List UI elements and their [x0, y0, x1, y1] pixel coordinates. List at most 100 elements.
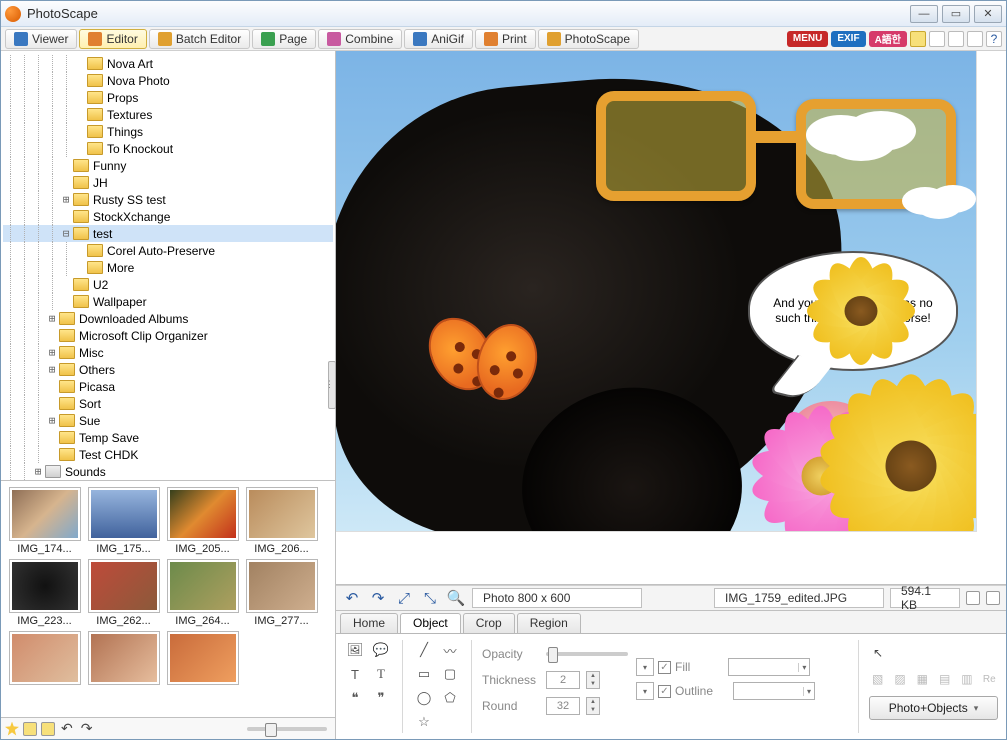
menu-badge[interactable]: MENU: [787, 31, 828, 47]
insert-quotes-icon[interactable]: ❝: [344, 688, 366, 708]
thumbnail[interactable]: [165, 631, 240, 687]
outline-color-picker[interactable]: [733, 682, 815, 700]
tree-item[interactable]: ⊞Sounds: [3, 463, 333, 480]
tab-photoscape[interactable]: PhotoScape: [538, 29, 639, 49]
cloud-object[interactable]: [916, 191, 962, 219]
insert-richtext-icon[interactable]: T: [370, 664, 392, 684]
fill-checkbox[interactable]: ✓: [658, 661, 671, 674]
prev-image-icon[interactable]: ↶: [59, 720, 75, 737]
tree-item[interactable]: U2: [3, 276, 333, 293]
outline-checkbox[interactable]: ✓: [658, 685, 671, 698]
tree-item[interactable]: Temp Save: [3, 429, 333, 446]
thumbnail[interactable]: IMG_174...: [7, 487, 82, 555]
roundrect-tool-icon[interactable]: ▢: [439, 664, 461, 684]
tab-viewer[interactable]: Viewer: [5, 29, 77, 49]
thumbnail[interactable]: [86, 631, 161, 687]
send-backward-icon[interactable]: ▨: [891, 670, 908, 688]
slideshow-icon[interactable]: [23, 722, 37, 736]
photo-canvas[interactable]: And you thought there was no such thing …: [336, 51, 976, 531]
tree-item[interactable]: Wallpaper: [3, 293, 333, 310]
tab-object[interactable]: Object: [400, 613, 461, 633]
tree-item[interactable]: ⊟test: [3, 225, 333, 242]
favorite-icon[interactable]: [5, 722, 19, 736]
round-spinner[interactable]: ▲▼: [586, 697, 600, 715]
thumbnail-grid[interactable]: IMG_174...IMG_175...IMG_205...IMG_206...…: [1, 481, 335, 717]
tree-item[interactable]: StockXchange: [3, 208, 333, 225]
cloud-object[interactable]: [826, 121, 896, 161]
thumbnail[interactable]: [7, 631, 82, 687]
folder-tree[interactable]: Nova ArtNova PhotoPropsTexturesThingsTo …: [1, 51, 335, 481]
tree-item[interactable]: JH: [3, 174, 333, 191]
actual-size-icon[interactable]: ⤡: [420, 588, 440, 608]
fit-icon[interactable]: ⤢: [394, 588, 414, 608]
settings-icon[interactable]: [967, 31, 983, 47]
line-tool-icon[interactable]: ╱: [413, 640, 435, 660]
tree-item[interactable]: Nova Photo: [3, 72, 333, 89]
select-tool-icon[interactable]: ↖: [869, 644, 887, 662]
tree-item[interactable]: Corel Auto-Preserve: [3, 242, 333, 259]
tree-item[interactable]: Things: [3, 123, 333, 140]
thumbnail[interactable]: IMG_264...: [165, 559, 240, 627]
rect-tool-icon[interactable]: ▭: [413, 664, 435, 684]
fill-color-picker[interactable]: [728, 658, 810, 676]
tab-batch-editor[interactable]: Batch Editor: [149, 29, 250, 49]
tree-item[interactable]: More: [3, 259, 333, 276]
tree-item[interactable]: ⊞Rusty SS test: [3, 191, 333, 208]
tree-item[interactable]: Test CHDK: [3, 446, 333, 463]
tool-icon-1[interactable]: [910, 31, 926, 47]
fill-style-dropdown[interactable]: ▾: [636, 658, 654, 676]
vertical-splitter[interactable]: [328, 361, 336, 409]
insert-image-icon[interactable]: 🖼: [344, 640, 366, 660]
tab-region[interactable]: Region: [517, 613, 581, 633]
thumbnail[interactable]: IMG_262...: [86, 559, 161, 627]
ellipse-tool-icon[interactable]: ◯: [413, 688, 435, 708]
tool-icon-3[interactable]: [948, 31, 964, 47]
star-tool-icon[interactable]: ☆: [413, 712, 435, 732]
tab-home[interactable]: Home: [340, 613, 398, 633]
tree-item[interactable]: Props: [3, 89, 333, 106]
flower-object[interactable]: [806, 261, 916, 361]
close-button[interactable]: ✕: [974, 5, 1002, 23]
tree-item[interactable]: Funny: [3, 157, 333, 174]
thickness-input[interactable]: [546, 671, 580, 689]
tab-combine[interactable]: Combine: [318, 29, 402, 49]
tree-item[interactable]: Picasa: [3, 378, 333, 395]
tree-item[interactable]: ⊞Misc: [3, 344, 333, 361]
next-image-icon[interactable]: ↷: [79, 720, 95, 737]
undo-icon[interactable]: ↶: [342, 588, 362, 608]
zoom-icon[interactable]: 🔍: [446, 588, 466, 608]
open-folder-icon[interactable]: [41, 722, 55, 736]
tree-item[interactable]: Sort: [3, 395, 333, 412]
thumbnail[interactable]: IMG_205...: [165, 487, 240, 555]
thumbnail[interactable]: IMG_206...: [244, 487, 319, 555]
tab-crop[interactable]: Crop: [463, 613, 515, 633]
delete-object-icon[interactable]: ▥: [958, 670, 975, 688]
tab-print[interactable]: Print: [475, 29, 536, 49]
polygon-tool-icon[interactable]: ⬠: [439, 688, 461, 708]
outline-style-dropdown[interactable]: ▾: [636, 682, 654, 700]
language-badge[interactable]: A語한: [869, 31, 907, 47]
insert-speech-icon[interactable]: 💬: [370, 640, 392, 660]
thumbnail[interactable]: IMG_223...: [7, 559, 82, 627]
thickness-spinner[interactable]: ▲▼: [586, 671, 600, 689]
insert-symbol-icon[interactable]: ❞: [370, 688, 392, 708]
canvas-area[interactable]: And you thought there was no such thing …: [336, 51, 1006, 585]
opacity-slider[interactable]: [546, 652, 628, 656]
tree-item[interactable]: ⊞Sue: [3, 412, 333, 429]
tab-anigif[interactable]: AniGif: [404, 29, 473, 49]
thumb-size-slider[interactable]: [247, 727, 327, 731]
fullscreen-icon[interactable]: [986, 591, 1000, 605]
redo-icon[interactable]: ↷: [368, 588, 388, 608]
tree-item[interactable]: Textures: [3, 106, 333, 123]
round-input[interactable]: [546, 697, 580, 715]
tab-page[interactable]: Page: [252, 29, 316, 49]
tree-item[interactable]: To Knockout: [3, 140, 333, 157]
minimize-button[interactable]: —: [910, 5, 938, 23]
bring-forward-icon[interactable]: ▧: [869, 670, 886, 688]
exif-badge[interactable]: EXIF: [831, 31, 865, 47]
tree-item[interactable]: ⊞Others: [3, 361, 333, 378]
info-icon[interactable]: [966, 591, 980, 605]
photo-objects-button[interactable]: Photo+Objects▾: [869, 696, 998, 720]
flower-object[interactable]: [826, 381, 976, 531]
reset-icon[interactable]: Re: [981, 670, 998, 688]
